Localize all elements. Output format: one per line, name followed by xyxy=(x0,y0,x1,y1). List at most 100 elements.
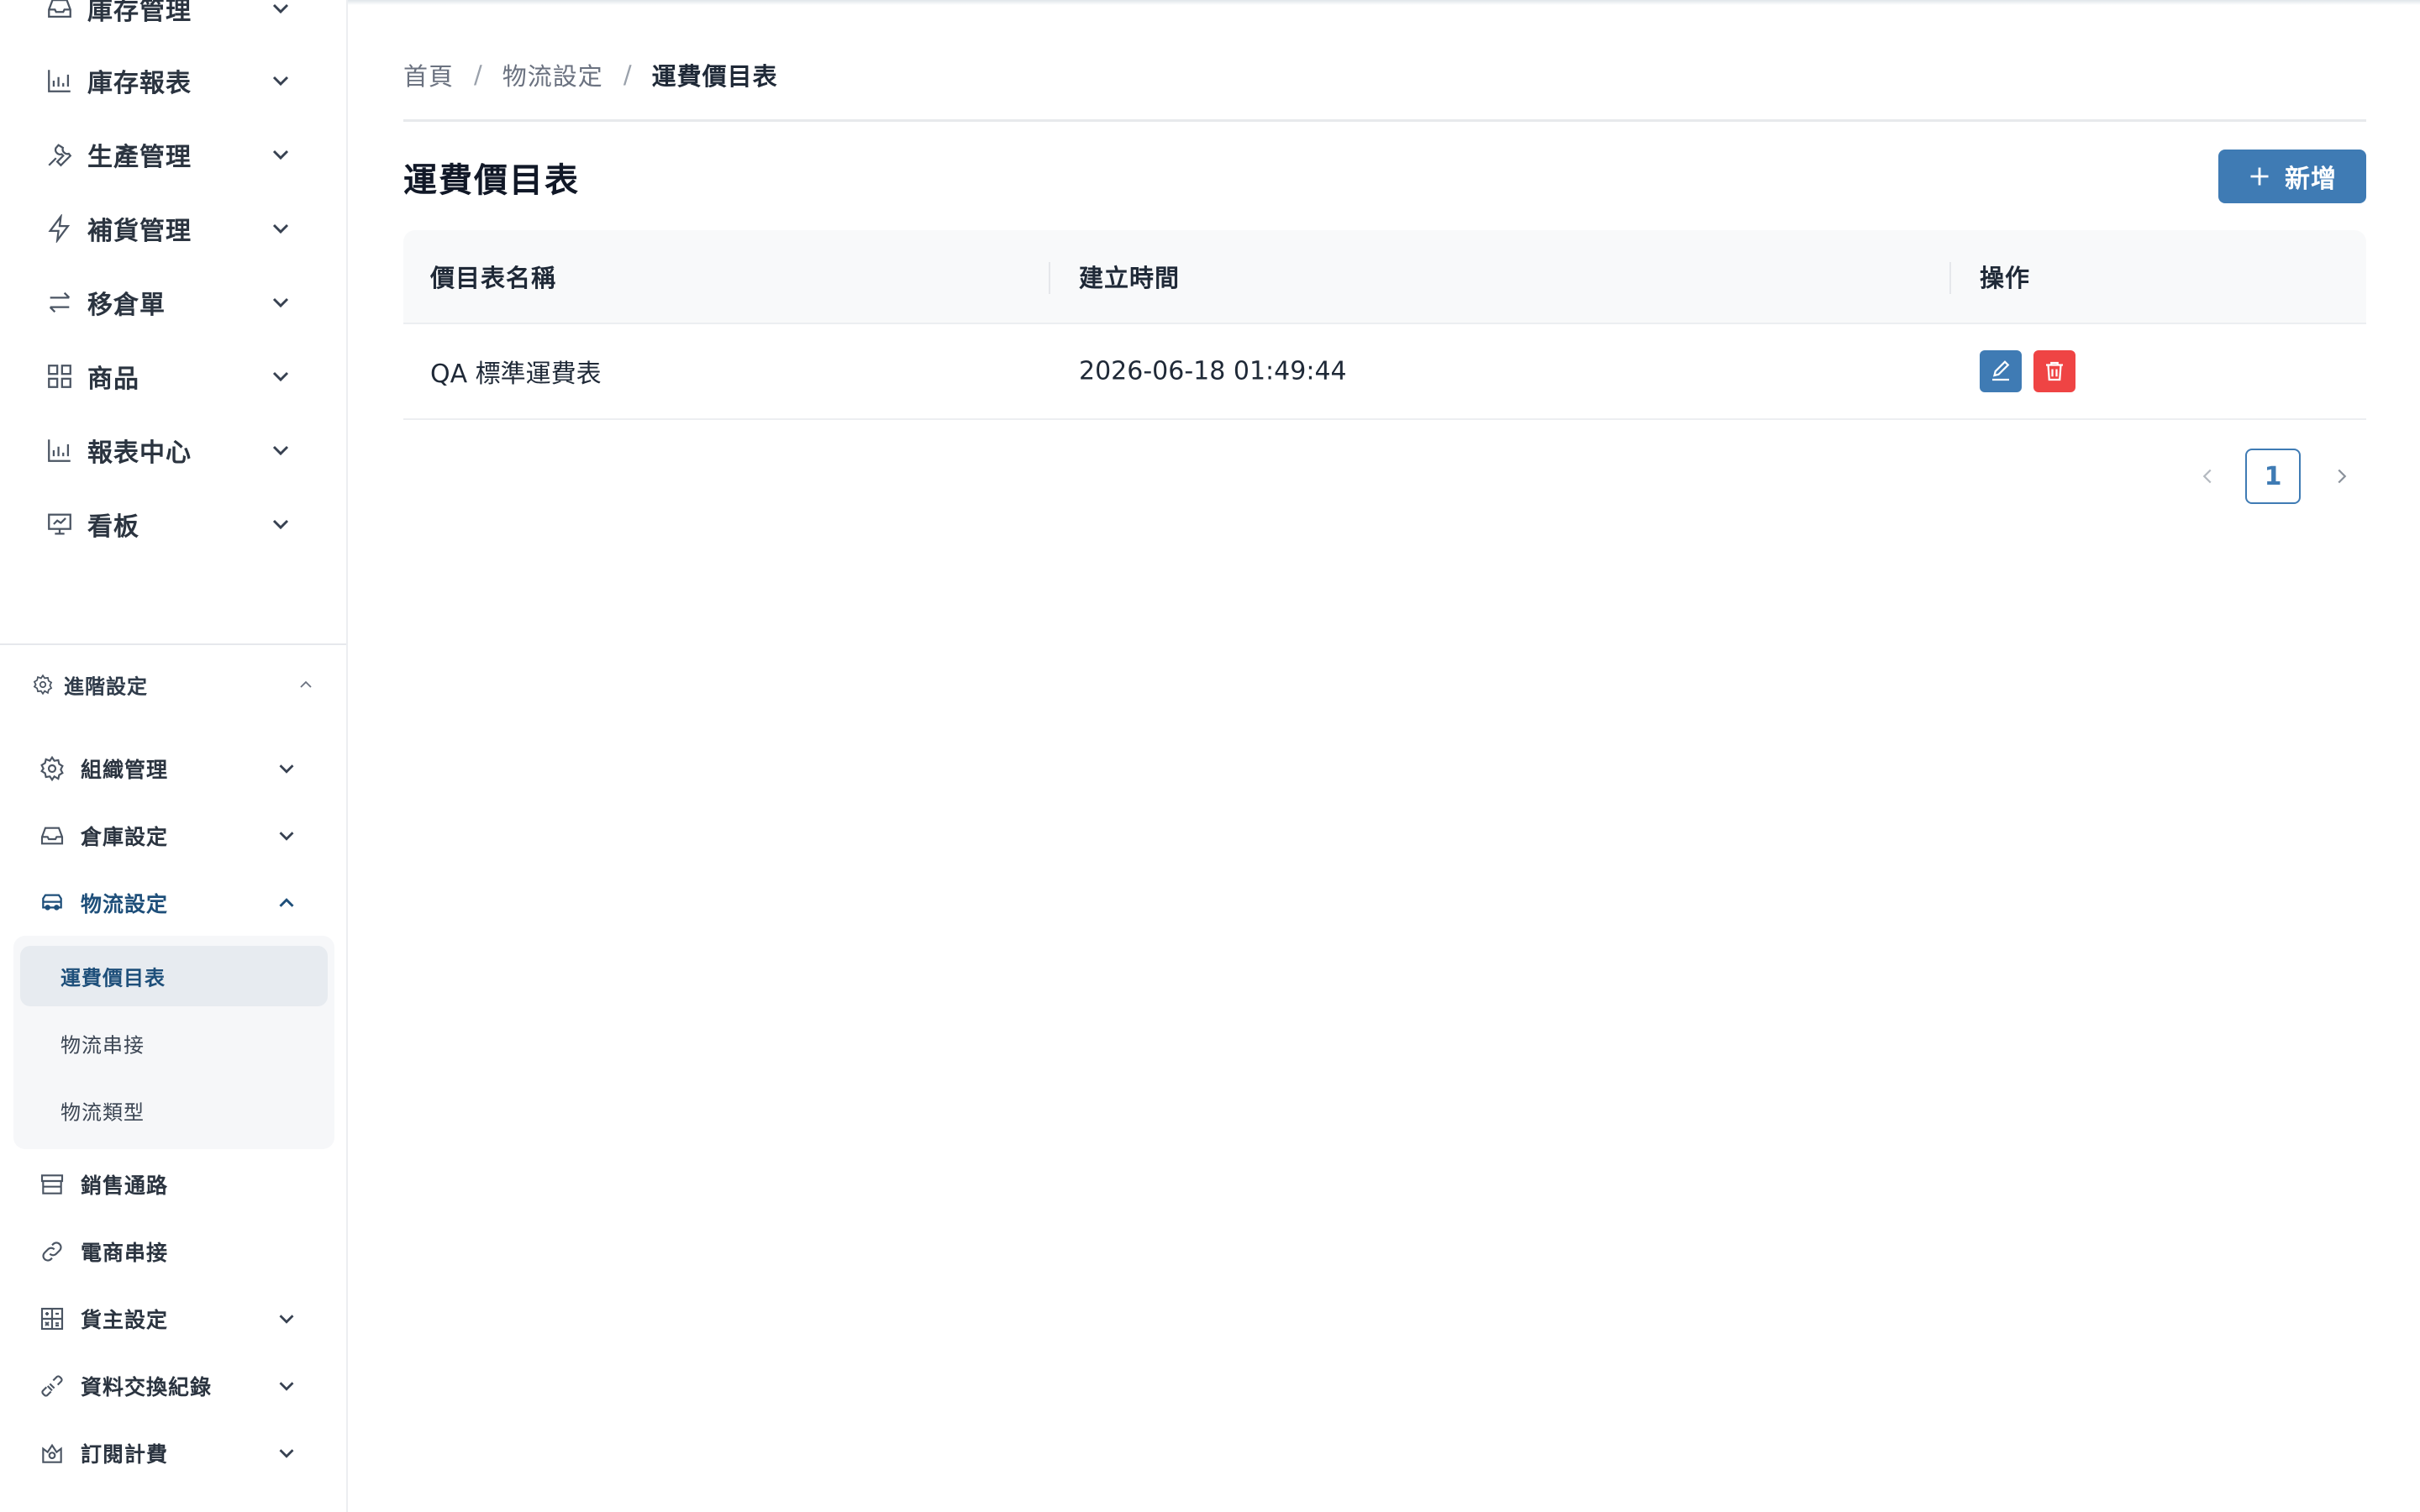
chevron-down-icon xyxy=(272,223,289,234)
table-row: QA 標準運費表 2026-06-18 01:49:44 xyxy=(403,324,2366,420)
submenu-item-logistics-integration[interactable]: 物流串接 xyxy=(20,1013,328,1074)
chevron-down-icon xyxy=(279,1315,294,1324)
link-icon xyxy=(42,1242,62,1262)
sidebar-item-label: 訂閱計費 xyxy=(81,1442,169,1467)
sidebar-item-logistics-settings[interactable]: 物流設定 xyxy=(0,874,346,932)
chevron-down-icon xyxy=(279,832,294,841)
chevron-up-icon xyxy=(279,898,294,907)
sidebar-item-subscription-billing[interactable]: 訂閱計費 xyxy=(0,1424,346,1483)
inbox-icon xyxy=(48,0,71,18)
sidebar-item-label: 移倉單 xyxy=(87,291,166,320)
sidebar-item-owner-settings[interactable]: 貨主設定 xyxy=(0,1289,346,1348)
lightning-icon xyxy=(48,214,71,243)
sidebar-divider xyxy=(0,643,346,645)
sidebar-item-dashboard[interactable]: 看板 xyxy=(0,487,346,561)
calculator-icon xyxy=(40,1307,64,1331)
chevron-right-icon[interactable] xyxy=(2329,464,2354,489)
sidebar-item-inventory[interactable]: 庫存管理 xyxy=(0,0,346,45)
delete-button[interactable] xyxy=(2033,350,2075,392)
column-header-name: 價目表名稱 xyxy=(430,264,557,292)
sidebar-item-production[interactable]: 生產管理 xyxy=(0,118,346,192)
sidebar-item-label: 補貨管理 xyxy=(87,217,192,246)
sidebar-item-label: 報表中心 xyxy=(87,438,192,468)
sidebar-item-label: 倉庫設定 xyxy=(81,825,169,849)
sidebar-item-sales-channels[interactable]: 銷售通路 xyxy=(0,1155,346,1214)
breadcrumb-home[interactable]: 首頁 xyxy=(403,57,454,92)
chevron-down-icon xyxy=(272,371,289,382)
advanced-settings-header[interactable]: 進階設定 xyxy=(0,654,346,716)
chevron-down-icon xyxy=(272,3,289,14)
cell-name: QA 標準運費表 xyxy=(430,360,602,389)
chevron-down-icon xyxy=(272,445,289,456)
sidebar-item-warehouse-settings[interactable]: 倉庫設定 xyxy=(0,806,346,865)
pagination: 1 xyxy=(2185,449,2366,504)
sidebar-item-label: 庫存報表 xyxy=(87,69,192,98)
gear-icon xyxy=(40,755,64,782)
submenu-item-freight-rates[interactable]: 運費價目表 xyxy=(20,946,328,1006)
gear-icon xyxy=(33,674,53,696)
cell-created-at: 2026-06-18 01:49:44 xyxy=(1079,356,1347,386)
page-title: 運費價目表 xyxy=(403,161,580,200)
sidebar-item-products[interactable]: 商品 xyxy=(0,339,346,413)
chevron-down-icon xyxy=(279,1382,294,1391)
sidebar-item-label: 銷售通路 xyxy=(81,1173,169,1198)
sidebar-item-label: 資料交換紀錄 xyxy=(81,1375,213,1399)
table-header: 價目表名稱 建立時間 操作 xyxy=(403,230,2366,324)
column-header-created: 建立時間 xyxy=(1079,264,1181,292)
chevron-down-icon xyxy=(279,1449,294,1458)
chevron-down-icon xyxy=(272,297,289,308)
column-divider xyxy=(1949,262,1951,294)
submenu-item-label: 運費價目表 xyxy=(60,966,166,990)
add-button[interactable]: 新增 xyxy=(2218,150,2366,203)
inbox-icon xyxy=(40,827,64,845)
chevron-down-icon xyxy=(272,76,289,87)
sidebar: 庫存管理 庫存報表 生產管理 補貨管理 移倉單 商品 報表中心 看板 進階設定 … xyxy=(0,0,348,1512)
advanced-settings-title: 進階設定 xyxy=(64,675,148,699)
bar-chart-icon xyxy=(48,439,71,462)
plug-icon xyxy=(41,1375,63,1397)
sidebar-item-replenishment[interactable]: 補貨管理 xyxy=(0,192,346,265)
sidebar-item-label: 組織管理 xyxy=(81,758,169,782)
edit-button[interactable] xyxy=(1980,350,2022,392)
sidebar-item-inventory-report[interactable]: 庫存報表 xyxy=(0,44,346,118)
header-shadow xyxy=(348,0,2420,5)
transfer-icon xyxy=(49,291,71,313)
chevron-down-icon xyxy=(272,519,289,530)
sidebar-item-ecommerce-integration[interactable]: 電商串接 xyxy=(0,1222,346,1281)
breadcrumb-parent[interactable]: 物流設定 xyxy=(502,57,603,92)
column-divider xyxy=(1049,262,1050,294)
sidebar-item-organization[interactable]: 組織管理 xyxy=(0,739,346,798)
sidebar-item-transfer[interactable]: 移倉單 xyxy=(0,265,346,339)
chevron-up-icon xyxy=(300,680,312,688)
sidebar-item-label: 庫存管理 xyxy=(87,0,192,26)
bar-chart-icon xyxy=(48,70,71,92)
breadcrumb: 首頁 / 物流設定 / 運費價目表 xyxy=(403,57,778,92)
breadcrumb-separator: / xyxy=(623,60,632,89)
chevron-down-icon xyxy=(272,150,289,160)
breadcrumb-divider xyxy=(403,119,2366,122)
chevron-down-icon xyxy=(279,764,294,774)
sidebar-item-label: 物流設定 xyxy=(81,892,169,916)
truck-icon xyxy=(42,894,62,911)
wrench-icon xyxy=(48,144,72,167)
add-button-label: 新增 xyxy=(2285,165,2337,194)
chevron-left-icon[interactable] xyxy=(2195,464,2220,489)
store-icon xyxy=(40,1174,64,1194)
sidebar-item-label: 貨主設定 xyxy=(81,1308,169,1332)
page-number-current[interactable]: 1 xyxy=(2245,449,2301,504)
sidebar-item-report-center[interactable]: 報表中心 xyxy=(0,413,346,487)
submenu-item-logistics-types[interactable]: 物流類型 xyxy=(20,1080,328,1141)
sidebar-item-label: 生產管理 xyxy=(87,143,192,172)
trash-icon xyxy=(2046,361,2063,381)
freight-rate-table: 價目表名稱 建立時間 操作 QA 標準運費表 2026-06-18 01:49:… xyxy=(403,230,2366,420)
sidebar-item-label: 商品 xyxy=(87,365,139,394)
sidebar-item-label: 看板 xyxy=(87,512,139,542)
column-header-actions: 操作 xyxy=(1980,264,2031,292)
sidebar-item-data-exchange-logs[interactable]: 資料交換紀錄 xyxy=(0,1357,346,1415)
submenu-item-label: 物流類型 xyxy=(60,1100,145,1125)
submenu-item-label: 物流串接 xyxy=(60,1033,145,1058)
presentation-icon xyxy=(48,513,71,535)
plus-icon xyxy=(2250,167,2269,186)
pencil-icon xyxy=(1992,360,2010,381)
badge-icon xyxy=(42,1443,62,1463)
